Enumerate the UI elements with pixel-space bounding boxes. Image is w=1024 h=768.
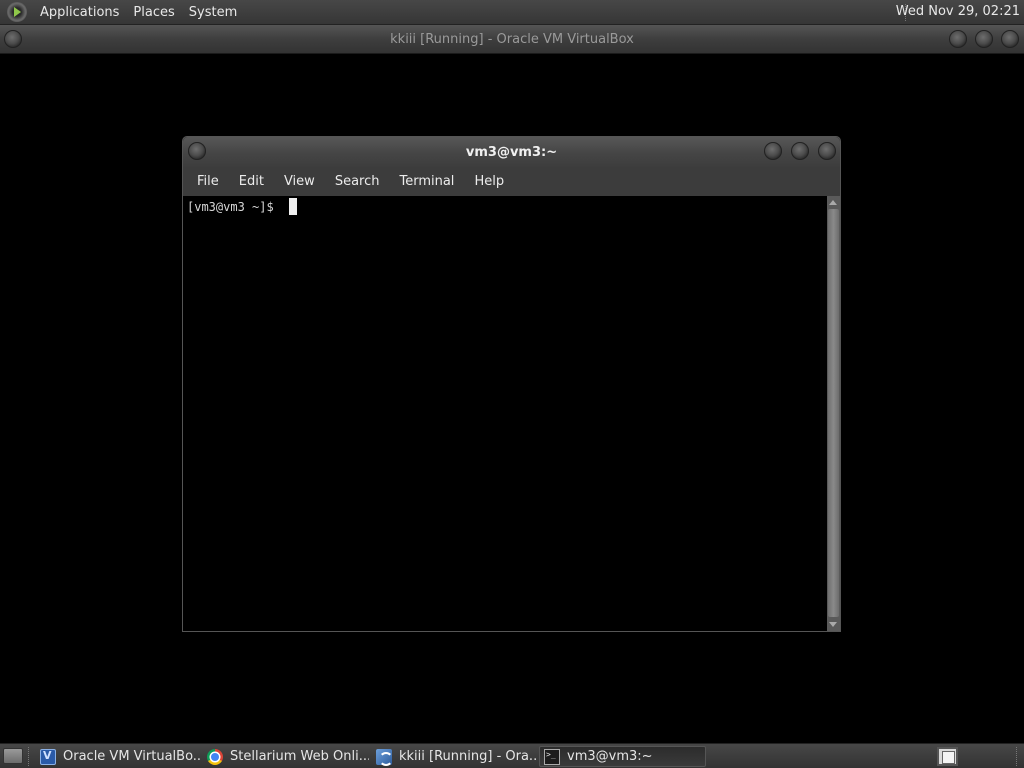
menu-edit[interactable]: Edit [229,174,274,189]
menu-terminal[interactable]: Terminal [389,174,464,189]
menu-search[interactable]: Search [325,174,390,189]
text-cursor [289,198,297,215]
top-panel: Applications Places System Wed Nov 29, 0… [0,0,1024,25]
bottom-panel: Oracle VM VirtualBo... Stellarium Web On… [0,743,1024,768]
task-stellarium-browser[interactable]: Stellarium Web Onli... [203,746,369,767]
panel-separator [28,747,30,766]
terminal-icon [544,748,560,765]
terminal-scrollbar[interactable] [827,196,840,631]
scrollbar-thumb[interactable] [828,209,839,617]
task-label: Stellarium Web Onli... [230,749,369,764]
terminal-titlebar[interactable]: vm3@vm3:~ [183,137,840,167]
terminal-text-area[interactable]: [vm3@vm3 ~]$ [183,196,827,631]
terminal-maximize-button[interactable] [791,142,809,160]
terminal-title: vm3@vm3:~ [465,145,558,160]
minimize-button[interactable] [949,30,967,48]
clock[interactable]: Wed Nov 29, 02:21 [896,4,1020,19]
task-label: Oracle VM VirtualBo... [63,749,200,764]
task-label: kkiii [Running] - Ora... [399,749,536,764]
menu-logo-icon[interactable] [7,2,27,22]
task-virtualbox-manager[interactable]: Oracle VM VirtualBo... [36,746,200,767]
terminal-close-button[interactable] [818,142,836,160]
maximize-button[interactable] [975,30,993,48]
system-menu[interactable]: System [182,5,244,20]
shell-prompt: [vm3@vm3 ~]$ [187,200,281,214]
workspace-switcher[interactable] [937,747,958,766]
panel-separator [1016,747,1018,766]
virtualbox-icon [40,748,56,765]
menu-file[interactable]: File [187,174,229,189]
menu-view[interactable]: View [274,174,325,189]
host-window-title: kkiii [Running] - Oracle VM VirtualBox [390,32,634,47]
close-button[interactable] [1001,30,1019,48]
task-terminal[interactable]: vm3@vm3:~ [539,746,706,767]
places-menu[interactable]: Places [126,5,181,20]
terminal-menubar: File Edit View Search Terminal Help [183,167,840,196]
host-window-titlebar[interactable]: kkiii [Running] - Oracle VM VirtualBox [0,25,1024,54]
applications-menu[interactable]: Applications [33,5,126,20]
chrome-icon [207,748,223,765]
show-desktop-icon[interactable] [3,748,23,764]
scroll-up-arrow-icon[interactable] [829,200,837,205]
terminal-window: vm3@vm3:~ File Edit View Search Terminal… [182,136,841,632]
task-virtualbox-running[interactable]: kkiii [Running] - Ora... [372,746,536,767]
virtualbox-running-icon [376,748,393,766]
menu-help[interactable]: Help [464,174,514,189]
scroll-down-arrow-icon[interactable] [829,622,837,627]
task-label: vm3@vm3:~ [567,749,653,764]
terminal-minimize-button[interactable] [764,142,782,160]
